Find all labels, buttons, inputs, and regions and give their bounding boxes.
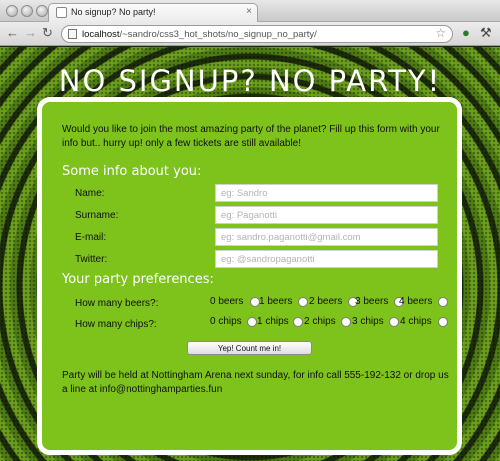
address-bar[interactable]: localhost/~sandro/css3_hot_shots/no_sign… (61, 25, 453, 43)
intro-text: Would you like to join the most amazing … (62, 124, 440, 149)
beers-radio-group: 0 beers 1 beers 2 beers 3 beers 4 beers (204, 296, 454, 310)
tab-close-icon[interactable]: × (246, 6, 252, 17)
window-titlebar: No signup? No party! × (0, 0, 500, 22)
chips-radio-0[interactable] (247, 317, 257, 327)
chips-option-label: 1 chips (257, 316, 289, 327)
chips-radio-1[interactable] (293, 317, 303, 327)
reload-icon[interactable]: ↻ (42, 26, 53, 40)
name-input[interactable] (215, 184, 438, 202)
section-heading-info: Some info about you: (62, 164, 202, 179)
beers-option-label: 1 beers (259, 296, 293, 307)
browser-tab[interactable]: No signup? No party! × (48, 3, 258, 22)
page-title: NO SIGNUP? NO PARTY! (58, 64, 442, 98)
beers-option-label: 0 beers (210, 296, 244, 307)
page-icon (68, 29, 77, 39)
email-label: E-mail: (75, 232, 107, 243)
page-viewport: NO SIGNUP? NO PARTY! Would you like to j… (0, 47, 500, 461)
beers-radio-1[interactable] (298, 297, 308, 307)
chips-option-label: 3 chips (352, 316, 384, 327)
section-heading-preferences: Your party preferences: (62, 272, 214, 287)
chips-radio-group: 0 chips 1 chips 2 chips 3 chips 4 chips (204, 316, 454, 330)
chips-radio-4[interactable] (438, 317, 448, 327)
chips-label: How many chips?: (75, 319, 157, 330)
name-label: Name: (75, 188, 105, 199)
signup-form: Would you like to join the most amazing … (37, 97, 462, 455)
email-input[interactable] (215, 228, 438, 246)
beers-option-label: 2 beers (309, 296, 343, 307)
beers-label: How many beers?: (75, 298, 159, 309)
extension-icon[interactable]: ● (462, 26, 470, 40)
url-path: /~sandro/css3_hot_shots/no_signup_no_par… (119, 29, 317, 40)
chips-option-label: 2 chips (304, 316, 336, 327)
beers-option-label: 4 beers (399, 296, 433, 307)
event-info-text: Party will be held at Nottingham Arena n… (62, 370, 449, 395)
star-icon[interactable]: ☆ (435, 26, 446, 40)
chips-option-label: 0 chips (210, 316, 242, 327)
chips-option-label: 4 chips (400, 316, 432, 327)
forward-arrow-icon[interactable]: → (24, 26, 37, 40)
surname-input[interactable] (215, 206, 438, 224)
zoom-window-button[interactable] (36, 5, 48, 17)
back-arrow-icon[interactable]: ← (6, 26, 19, 40)
count-me-in-button[interactable]: Yep! Count me in! (187, 341, 312, 355)
minimize-window-button[interactable] (21, 5, 33, 17)
beers-radio-4[interactable] (438, 297, 448, 307)
chips-radio-2[interactable] (341, 317, 351, 327)
wrench-icon[interactable]: ⚒ (480, 26, 492, 40)
twitter-input[interactable] (215, 250, 438, 268)
favicon-icon (56, 7, 67, 18)
chips-radio-3[interactable] (389, 317, 399, 327)
url-host: localhost (82, 29, 120, 40)
tab-title: No signup? No party! (71, 7, 156, 17)
twitter-label: Twitter: (75, 254, 108, 265)
surname-label: Surname: (75, 210, 119, 221)
close-window-button[interactable] (6, 5, 18, 17)
browser-toolbar: ← → ↻ localhost/~sandro/css3_hot_shots/n… (0, 22, 500, 46)
beers-option-label: 3 beers (355, 296, 389, 307)
